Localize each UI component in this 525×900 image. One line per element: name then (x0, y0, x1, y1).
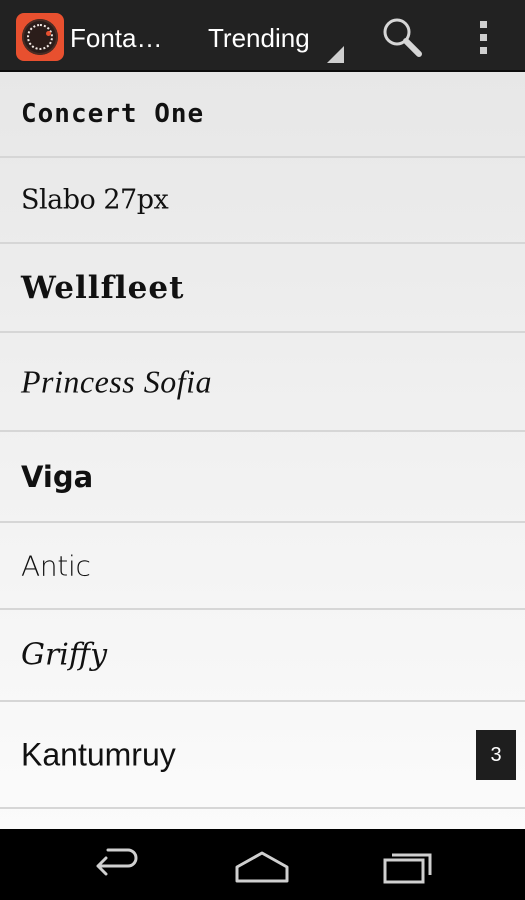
home-button[interactable] (222, 839, 302, 891)
font-name: Slabo 27px (21, 184, 169, 216)
recent-apps-icon (383, 853, 432, 884)
font-name: Princess Sofia (21, 363, 212, 399)
font-name: Griffy (21, 637, 108, 673)
screen: Fonta… Trending Concert One Slabo 27px W… (0, 0, 525, 900)
sort-spinner[interactable]: Trending (196, 12, 348, 64)
back-button[interactable] (76, 839, 156, 891)
fontaholic-dial-icon (22, 19, 58, 55)
app-title[interactable]: Fonta… (70, 22, 163, 54)
font-list-item[interactable]: Antic (0, 523, 525, 610)
navigation-bar (0, 829, 525, 900)
overflow-menu-icon (480, 21, 487, 54)
font-name: Antic (21, 549, 91, 582)
font-list-item[interactable]: Kantumruy 3 (0, 702, 525, 809)
font-name: Wellfleet (21, 269, 185, 306)
font-list: Concert One Slabo 27px Wellfleet Princes… (0, 72, 525, 829)
font-list-item[interactable]: Viga (0, 432, 525, 523)
font-name: Kantumruy (21, 736, 176, 772)
font-list-item[interactable]: Wellfleet (0, 244, 525, 333)
back-icon (96, 848, 138, 876)
sort-spinner-label: Trending (208, 23, 310, 53)
overflow-menu-button[interactable] (456, 10, 512, 66)
font-list-item[interactable]: Griffy (0, 610, 525, 702)
search-icon (383, 18, 422, 57)
search-button[interactable] (374, 10, 430, 66)
app-icon[interactable] (16, 13, 64, 61)
home-icon (235, 851, 289, 883)
font-list-item[interactable]: Concert One (0, 72, 525, 158)
font-name: Viga (21, 459, 94, 494)
font-list-item[interactable]: Princess Sofia (0, 333, 525, 432)
dropdown-caret-icon (327, 46, 344, 63)
count-badge: 3 (476, 729, 516, 780)
recent-apps-button[interactable] (370, 839, 450, 891)
font-name: Concert One (21, 99, 205, 129)
font-list-item[interactable]: Slabo 27px (0, 158, 525, 244)
action-bar: Fonta… Trending (0, 0, 525, 72)
